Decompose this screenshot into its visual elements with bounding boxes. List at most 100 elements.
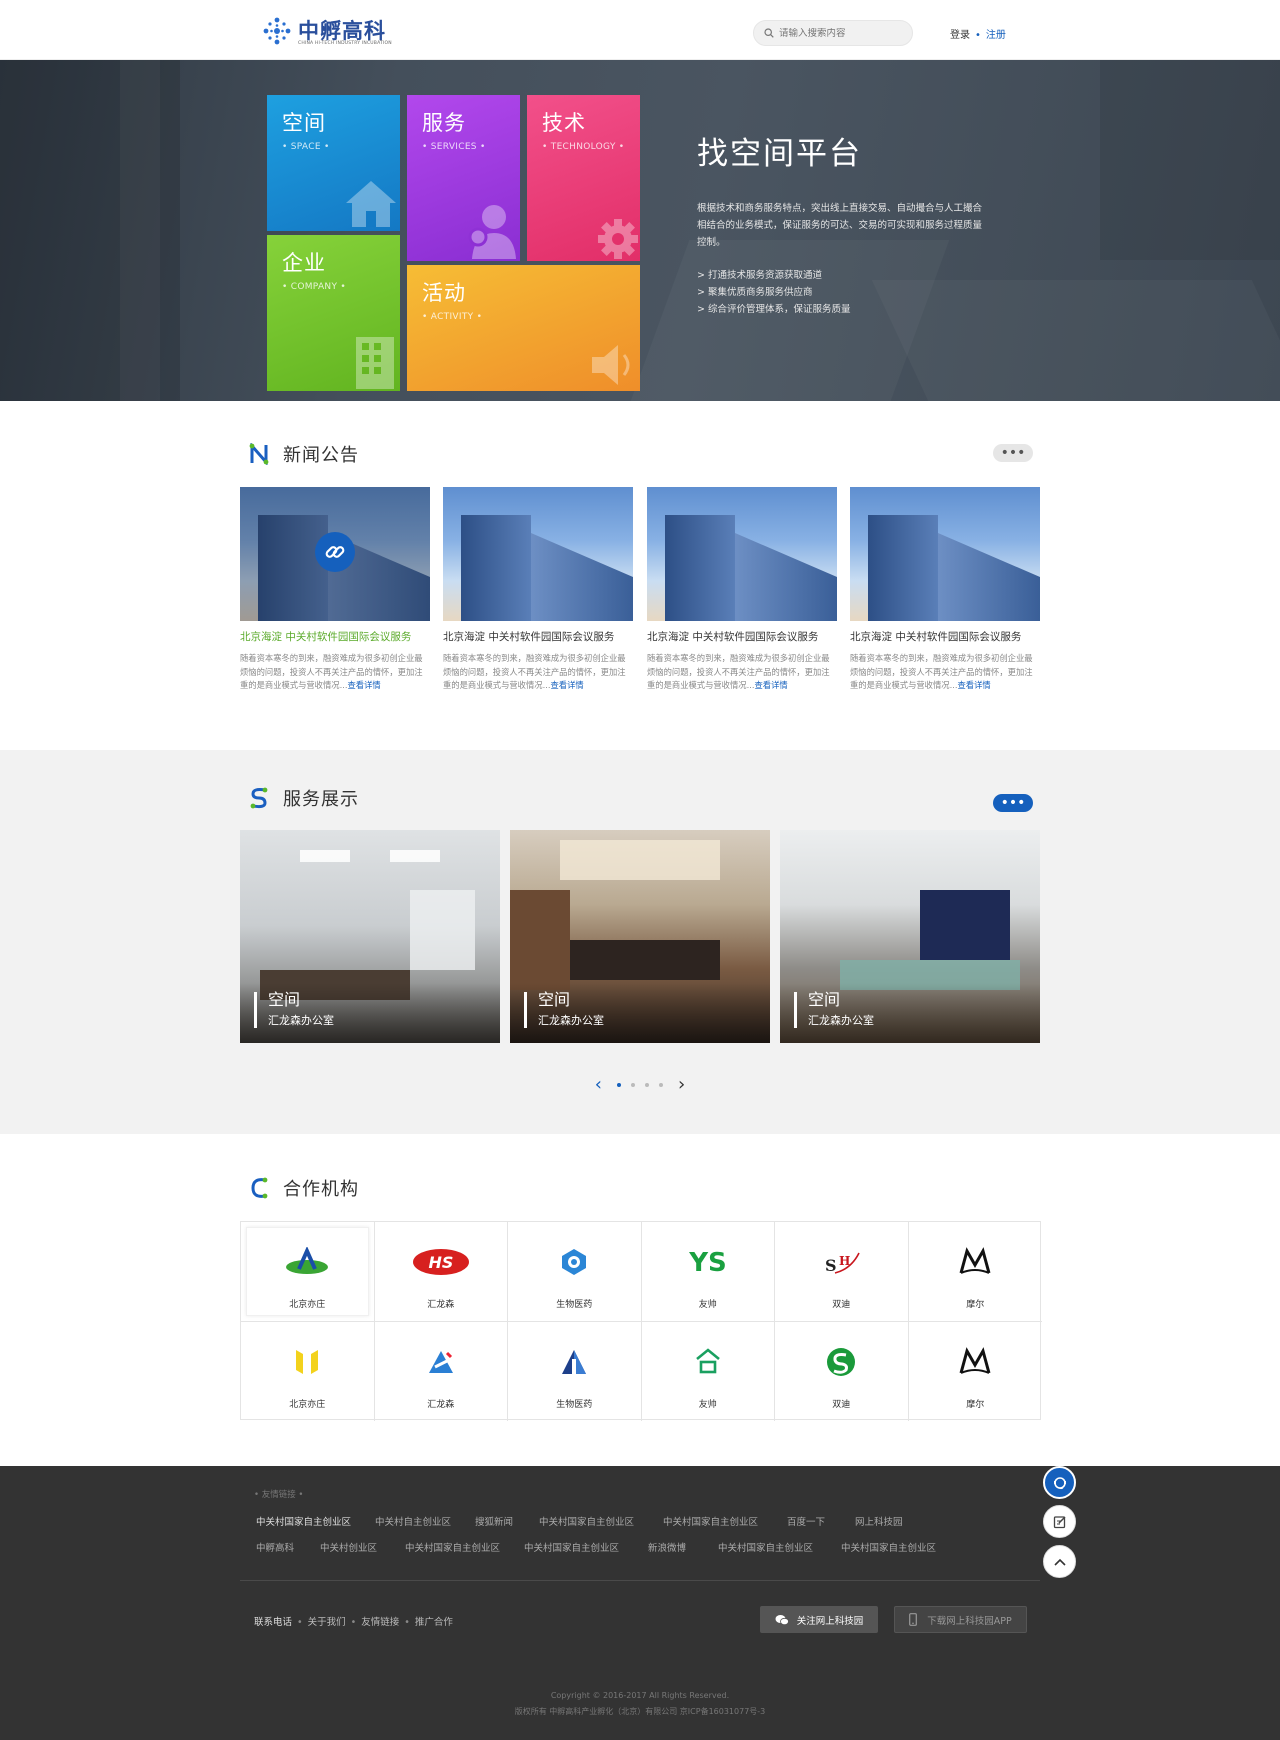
news-card[interactable]: 北京海淀 中关村软件园国际会议服务 随着资本寒冬的到来，融资难成为很多初创企业最…	[443, 487, 633, 690]
footer-link-about[interactable]: 关于我们	[308, 1617, 346, 1628]
service-card[interactable]: 空间 汇龙森办公室	[240, 830, 500, 1043]
friend-link[interactable]: 中关村国家自主创业区	[524, 1540, 619, 1554]
friend-link[interactable]: 中关村自主创业区	[375, 1514, 451, 1528]
friend-link[interactable]: 中关村国家自主创业区	[718, 1540, 813, 1554]
pager-dot[interactable]	[659, 1083, 663, 1087]
partner-name: 生物医药	[556, 1399, 593, 1410]
edit-icon	[1053, 1515, 1066, 1528]
tile-company[interactable]: 企业 • COMPANY •	[267, 235, 400, 391]
next-arrow-icon[interactable]: ›	[678, 1076, 685, 1094]
friend-link[interactable]: 百度一下	[787, 1514, 825, 1528]
partner-cell[interactable]: 北京亦庄	[241, 1222, 375, 1322]
tile-activity[interactable]: 活动 • ACTIVITY •	[407, 265, 640, 391]
follow-wechat-button[interactable]: 关注网上科技园	[760, 1606, 878, 1633]
support-button[interactable]	[1043, 1466, 1076, 1499]
news-item-desc: 随着资本寒冬的到来，融资难成为很多初创企业最烦恼的问题，投资人不再关注产品的情怀…	[443, 652, 633, 693]
speaker-icon	[592, 345, 630, 385]
news-more-button[interactable]: •••	[993, 444, 1033, 462]
friend-link[interactable]: 中关村国家自主创业区	[539, 1514, 634, 1528]
news-item-title[interactable]: 北京海淀 中关村软件园国际会议服务	[850, 629, 1021, 644]
friend-link[interactable]: 中孵高科	[256, 1540, 294, 1554]
tile-space-title: 空间	[282, 111, 326, 135]
partner-cell[interactable]: YS 友帅	[641, 1222, 775, 1322]
news-item-desc-text: 随着资本寒冬的到来，融资难成为很多初创企业最烦恼的问题，投资人不再关注产品的情怀…	[647, 653, 830, 690]
partner-cell[interactable]: 摩尔	[909, 1322, 1043, 1422]
news-item-title[interactable]: 北京海淀 中关村软件园国际会议服务	[647, 629, 818, 644]
friend-link[interactable]: 中关村国家自主创业区	[256, 1514, 351, 1528]
news-item-title[interactable]: 北京海淀 中关村软件园国际会议服务	[443, 629, 614, 644]
friend-link[interactable]: 新浪微博	[648, 1540, 686, 1554]
news-image	[240, 487, 430, 621]
friend-link[interactable]: 网上科技园	[855, 1514, 903, 1528]
friend-link[interactable]: 搜狐新闻	[475, 1514, 513, 1528]
svg-text:HS: HS	[428, 1253, 453, 1272]
read-more-link[interactable]: 查看详情	[550, 680, 583, 690]
news-item-desc-text: 随着资本寒冬的到来，融资难成为很多初创企业最烦恼的问题，投资人不再关注产品的情怀…	[240, 653, 423, 690]
tile-activity-sub: • ACTIVITY •	[422, 312, 483, 322]
tile-company-sub: • COMPANY •	[282, 282, 347, 292]
pager-dot[interactable]	[645, 1083, 649, 1087]
partner-name: 北京亦庄	[289, 1300, 326, 1310]
search-input[interactable]	[779, 27, 899, 39]
footer-link-friends[interactable]: 友情链接	[361, 1617, 399, 1628]
read-more-link[interactable]: 查看详情	[347, 680, 380, 690]
partner-cell[interactable]: 友帅	[642, 1321, 775, 1421]
partner-cell[interactable]: HS 汇龙森	[374, 1222, 508, 1322]
footer-divider	[240, 1580, 1040, 1581]
read-more-link[interactable]: 查看详情	[754, 680, 787, 690]
login-link[interactable]: 登录	[950, 30, 970, 41]
service-card[interactable]: 空间 汇龙森办公室	[510, 830, 770, 1043]
friend-link[interactable]: 中关村国家自主创业区	[841, 1540, 936, 1554]
search-box[interactable]	[753, 20, 913, 46]
friend-link[interactable]: 中关村国家自主创业区	[663, 1514, 758, 1528]
hero-bullet: > 聚集优质商务服务供应商	[697, 287, 813, 298]
partner-cell[interactable]: 生物医药	[508, 1321, 642, 1421]
news-card[interactable]: 北京海淀 中关村软件园国际会议服务 随着资本寒冬的到来，融资难成为很多初创企业最…	[850, 487, 1040, 690]
partner-cell[interactable]: 双迪	[775, 1321, 909, 1421]
house-icon	[346, 181, 396, 227]
news-image	[850, 487, 1040, 621]
partner-cell[interactable]: SH 双迪	[775, 1222, 909, 1322]
footer-link-promo[interactable]: 推广合作	[415, 1617, 453, 1628]
pager-dot[interactable]	[617, 1083, 621, 1087]
auth-links: 登录 • 注册	[950, 30, 1006, 41]
partner-cell[interactable]: 摩尔	[908, 1222, 1042, 1322]
services-more-button[interactable]: •••	[993, 794, 1033, 812]
news-item-desc: 随着资本寒冬的到来，融资难成为很多初创企业最烦恼的问题，投资人不再关注产品的情怀…	[850, 652, 1040, 693]
tile-activity-title: 活动	[422, 281, 466, 305]
logo-name: 中孵高科	[298, 19, 386, 43]
feedback-button[interactable]	[1043, 1505, 1076, 1538]
footer-link-phone[interactable]: 联系电话	[254, 1617, 292, 1628]
sh-logo: SH	[825, 1252, 860, 1275]
news-item-desc-text: 随着资本寒冬的到来，融资难成为很多初创企业最烦恼的问题，投资人不再关注产品的情怀…	[850, 653, 1033, 690]
friend-link[interactable]: 中关村创业区	[320, 1540, 377, 1554]
partners-title: 合作机构	[283, 1179, 359, 1200]
back-to-top-button[interactable]	[1043, 1545, 1076, 1578]
partner-cell[interactable]: 汇龙森	[375, 1321, 508, 1421]
tile-services[interactable]: 服务 • SERVICES •	[407, 95, 520, 261]
partner-name: 汇龙森	[427, 1399, 455, 1410]
svg-text:S: S	[825, 1256, 837, 1275]
read-more-link[interactable]: 查看详情	[957, 680, 990, 690]
tile-space[interactable]: 空间 • SPACE •	[267, 95, 400, 231]
logo[interactable]: 中孵高科 CHINA HI-TECH INDUSTRY INCUBATION	[262, 14, 392, 48]
download-app-button[interactable]: 下载网上科技园APP	[894, 1606, 1027, 1633]
ys-logo: YS	[688, 1248, 727, 1277]
pager-dot[interactable]	[631, 1083, 635, 1087]
news-card[interactable]: 北京海淀 中关村软件园国际会议服务 随着资本寒冬的到来，融资难成为很多初创企业最…	[647, 487, 837, 690]
news-item-title[interactable]: 北京海淀 中关村软件园国际会议服务	[240, 629, 411, 644]
service-card[interactable]: 空间 汇龙森办公室	[780, 830, 1040, 1043]
partner-cell[interactable]: 生物医药	[508, 1222, 642, 1322]
friend-link[interactable]: 中关村国家自主创业区	[405, 1540, 500, 1554]
service-subtitle: 汇龙森办公室	[538, 1014, 604, 1027]
news-item-desc: 随着资本寒冬的到来，融资难成为很多初创企业最烦恼的问题，投资人不再关注产品的情怀…	[647, 652, 837, 693]
tile-company-title: 企业	[282, 251, 326, 275]
tile-technology[interactable]: 技术 • TECHNOLOGY •	[527, 95, 640, 261]
link-icon[interactable]	[315, 532, 355, 572]
gear-icon	[598, 219, 638, 259]
register-link[interactable]: 注册	[986, 30, 1006, 41]
partner-cell[interactable]: 北京亦庄	[241, 1321, 375, 1421]
news-card[interactable]: 北京海淀 中关村软件园国际会议服务 随着资本寒冬的到来，融资难成为很多初创企业最…	[240, 487, 430, 690]
prev-arrow-icon[interactable]: ‹	[595, 1076, 602, 1094]
tile-services-title: 服务	[422, 111, 466, 135]
